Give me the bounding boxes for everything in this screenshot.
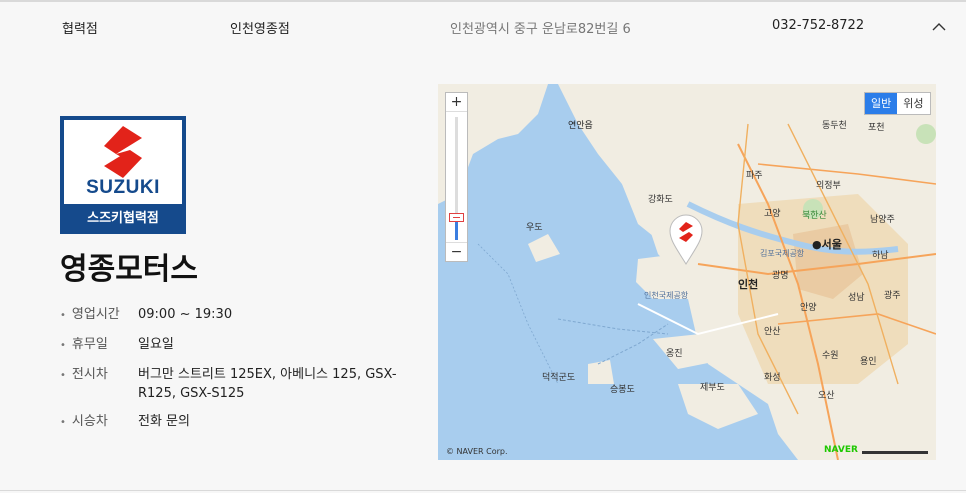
map-label-seongnam: 성남 xyxy=(848,293,865,303)
map-type-satellite-button[interactable]: 위성 xyxy=(897,93,930,114)
map-label-gwangmyeong: 광명 xyxy=(772,271,789,281)
logo-sub-text: 스즈키협력점 xyxy=(87,211,159,226)
map-type-normal-button[interactable]: 일반 xyxy=(865,93,898,114)
info-label: 전시차 xyxy=(60,365,108,385)
zoom-out-button[interactable]: − xyxy=(446,242,467,261)
chevron-up-icon xyxy=(932,23,946,31)
map-label-goyang: 고양 xyxy=(764,209,781,219)
info-row-display-models: 전시차 버그만 스트리트 125EX, 아베니스 125, GSX-R125, … xyxy=(60,365,400,412)
zoom-in-button[interactable]: + xyxy=(446,93,467,112)
dealer-name-title: 영종모터스 xyxy=(60,252,198,287)
map-label-ansan: 안산 xyxy=(764,327,781,337)
dealer-location-marker-icon[interactable] xyxy=(668,214,704,266)
dealer-address: 인천광역시 중구 운남로82번길 6 xyxy=(450,22,631,37)
map-label-jebu: 제부도 xyxy=(700,383,725,393)
info-value: 09:00 ~ 19:30 xyxy=(138,307,233,322)
map-label-hwaseong: 화성 xyxy=(764,373,781,383)
map-label-seoul: ●서울 xyxy=(812,238,842,251)
info-row-hours: 영업시간 09:00 ~ 19:30 xyxy=(60,305,400,335)
info-label: 휴무일 xyxy=(60,335,108,355)
map-label-osan: 오산 xyxy=(818,391,835,401)
map-label-namyangju: 남양주 xyxy=(870,215,895,225)
map-zoom-control: + − xyxy=(445,92,468,262)
info-value: 전화 문의 xyxy=(138,414,190,429)
logo-brand-text: SUZUKI xyxy=(86,177,160,198)
dealer-phone[interactable]: 032-752-8722 xyxy=(772,18,864,33)
map-label-gwangju: 광주 xyxy=(884,291,901,301)
dealer-branch-name: 인천영종점 xyxy=(230,22,290,37)
map-label-deokjeok: 덕적군도 xyxy=(542,373,576,383)
map-copyright: © NAVER Corp. xyxy=(446,447,508,456)
map-label-uijeongbu: 의정부 xyxy=(816,181,841,191)
collapse-toggle-button[interactable] xyxy=(926,16,952,38)
map-terrain xyxy=(438,84,936,460)
dealer-type: 협력점 xyxy=(62,22,98,37)
dealer-map[interactable]: 연안읍 강화도 우도 동두천 포천 파주 의정부 고양 북한산 남양주 ●서울 … xyxy=(438,84,936,460)
bottom-divider xyxy=(0,490,966,491)
map-label-pocheon: 포천 xyxy=(868,123,885,133)
map-label-incheon: 인천 xyxy=(738,278,759,291)
map-type-switch: 일반 위성 xyxy=(864,92,931,115)
info-row-test-ride: 시승차 전화 문의 xyxy=(60,412,400,442)
map-label-dongducheon: 동두천 xyxy=(822,121,847,131)
map-label-gimpo-airport: 김포국제공항 xyxy=(760,249,805,258)
map-label-yongin: 용인 xyxy=(860,357,877,367)
map-label-ganghwa: 강화도 xyxy=(648,195,673,205)
info-label: 시승차 xyxy=(60,412,108,432)
suzuki-logo: SUZUKI 스즈키협력점 xyxy=(60,116,186,234)
map-label-hanam: 하남 xyxy=(872,251,889,261)
map-label-udo: 우도 xyxy=(526,223,543,233)
map-label-incheon-airport: 인천국제공항 xyxy=(644,291,689,300)
map-label-seungbong: 승봉도 xyxy=(610,385,635,395)
info-value: 버그만 스트리트 125EX, 아베니스 125, GSX-R125, GSX-… xyxy=(138,367,397,401)
map-label-anyang: 안양 xyxy=(800,303,817,313)
naver-logo: NAVER xyxy=(824,445,858,455)
map-label-yeongjin: 옹진 xyxy=(666,349,683,359)
map-label-bukhansan: 북한산 xyxy=(802,211,827,221)
map-label-paju: 파주 xyxy=(746,171,763,181)
zoom-slider-handle[interactable] xyxy=(449,213,464,222)
map-label-yeonan: 연안읍 xyxy=(568,121,593,131)
map-label-suwon: 수원 xyxy=(822,351,839,361)
info-label: 영업시간 xyxy=(60,305,120,325)
map-scale-bar xyxy=(862,451,928,454)
info-row-holiday: 휴무일 일요일 xyxy=(60,335,400,365)
info-value: 일요일 xyxy=(138,337,174,352)
dealer-summary-row[interactable]: 협력점 인천영종점 인천광역시 중구 운남로82번길 6 032-752-872… xyxy=(0,2,966,52)
suzuki-s-mark-icon xyxy=(104,126,142,178)
dealer-info-list: 영업시간 09:00 ~ 19:30 휴무일 일요일 전시차 버그만 스트리트 … xyxy=(60,305,400,442)
